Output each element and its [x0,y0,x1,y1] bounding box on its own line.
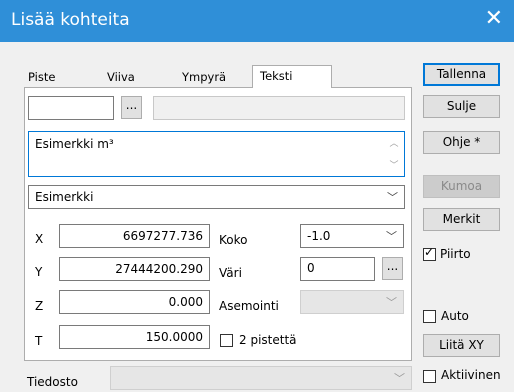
y-label: Y [35,265,43,279]
checkmark-icon: ✓ [424,245,435,259]
chevron-down-icon: ﹀ [386,296,397,309]
chevron-down-icon: ﹀ [394,372,405,385]
asemointi-label: Asemointi [219,299,279,313]
file-select: ﹀ [110,366,412,390]
size-select[interactable]: -1.0 ﹀ [300,224,404,248]
z-coordinate-input[interactable]: 0.000 [59,290,210,314]
paste-xy-button[interactable]: Liitä XY [423,334,500,357]
active-label: Aktiivinen [441,368,501,382]
chevron-down-icon[interactable]: ﹀ [387,158,401,171]
undo-button: Kumoa [423,175,500,198]
two-points-label: 2 pistettä [239,333,297,347]
x-label: X [35,232,44,246]
active-checkbox[interactable] [423,370,436,383]
chevron-down-icon: ﹀ [387,191,398,204]
auto-checkbox[interactable] [423,310,436,323]
tab-piste[interactable]: Piste [28,67,55,87]
color-input[interactable]: 0 [300,257,375,281]
color-browse-button[interactable]: ... [382,257,403,280]
tab-ympyra[interactable]: Ympyrä [182,67,226,87]
window-title: Lisää kohteita [11,10,130,30]
tab-viiva[interactable]: Viiva [107,67,135,87]
chevron-up-icon[interactable]: ︿ [387,136,401,149]
t-rotation-input[interactable]: 150.0000 [59,325,210,349]
chevron-down-icon: ﹀ [386,230,397,243]
tiedosto-label: Tiedosto [27,375,78,389]
text-area-scrollbar[interactable]: ︿ ﹀ [387,134,401,176]
koko-label: Koko [219,233,248,247]
draw-label: Piirto [440,247,471,261]
code-input[interactable] [28,96,114,120]
t-label: T [35,334,43,348]
description-field [153,96,405,120]
two-points-checkbox[interactable] [220,334,233,347]
help-button[interactable]: Ohje * [423,131,500,154]
text-content-area[interactable]: Esimerkki m³ ︿ ﹀ [28,131,405,177]
save-button[interactable]: Tallenna [423,63,500,86]
text-style-select[interactable]: Esimerkki ﹀ [28,185,405,209]
symbols-button[interactable]: Merkit [423,208,500,231]
vari-label: Väri [219,266,242,280]
close-icon[interactable]: ✕ [485,8,503,30]
close-button[interactable]: Sulje [423,95,500,118]
z-label: Z [35,299,44,313]
x-coordinate-input[interactable]: 6697277.736 [59,224,210,248]
auto-label: Auto [441,309,469,323]
code-browse-button[interactable]: ... [121,96,142,119]
alignment-select: ﹀ [300,290,404,314]
draw-checkbox[interactable]: ✓ [423,245,436,261]
tab-teksti[interactable]: Teksti [252,65,332,88]
title-bar: Lisää kohteita ✕ [0,0,514,42]
y-coordinate-input[interactable]: 27444200.290 [59,257,210,281]
